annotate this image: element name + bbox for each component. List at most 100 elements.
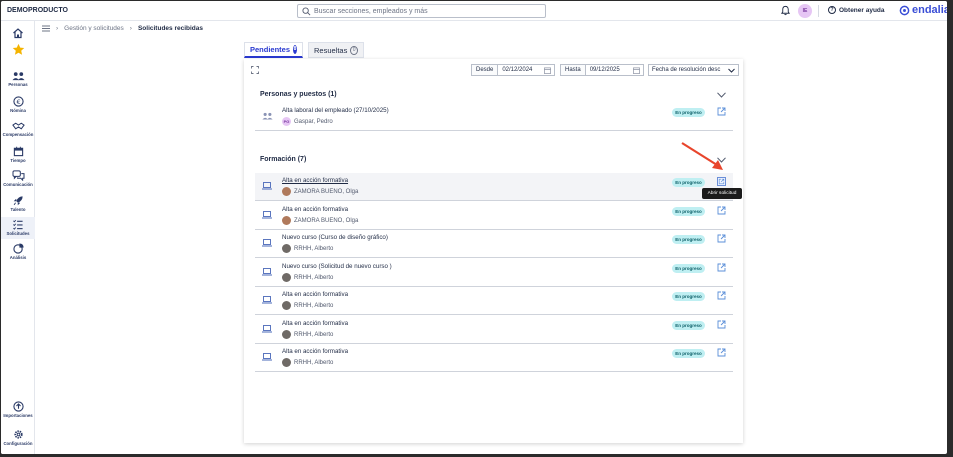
search-icon: [302, 7, 311, 16]
list-item[interactable]: Alta en acción formativa ZAMORA BUENO, O…: [255, 202, 733, 230]
sort-select[interactable]: Fecha de resolución desc: [648, 64, 739, 76]
request-title[interactable]: Alta en acción formativa: [282, 206, 348, 213]
status-badge: En progreso: [672, 264, 705, 273]
open-request-icon[interactable]: [717, 348, 726, 357]
help-label: Obtener ayuda: [839, 6, 885, 14]
requester-name: RRHH, Alberto: [294, 359, 334, 366]
sort-value: Fecha de resolución desc: [652, 67, 721, 73]
request-title[interactable]: Alta en acción formativa: [282, 348, 348, 355]
status-badge: En progreso: [672, 292, 705, 301]
list-item[interactable]: Alta laboral del empleado (27/10/2025) P…: [255, 103, 733, 131]
tab-resueltas[interactable]: Resueltas 0: [308, 42, 364, 58]
requester: RRHH, Alberto: [282, 301, 333, 310]
help-icon: ?: [828, 6, 836, 14]
breadcrumb-separator: ›: [129, 25, 132, 32]
avatar: [282, 216, 291, 225]
requester: ZAMORA BUENO, Olga: [282, 187, 358, 196]
sidebar-item-comunicacion[interactable]: Comunicación: [1, 170, 35, 187]
open-request-icon[interactable]: [717, 263, 726, 272]
avatar: [282, 358, 291, 367]
sidebar-item-label: Solicitudes: [6, 231, 30, 236]
sidebar-item-solicitudes[interactable]: Solicitudes: [1, 217, 35, 239]
open-request-icon[interactable]: [717, 291, 726, 300]
status-badge: En progreso: [672, 178, 705, 187]
requester-name: RRHH, Alberto: [294, 245, 334, 252]
request-title[interactable]: Alta en acción formativa: [282, 177, 348, 184]
sidebar-item-nomina[interactable]: € Nómina: [1, 96, 35, 113]
sidebar-item-compensacion[interactable]: Compensación: [1, 121, 35, 137]
payroll-icon: €: [12, 96, 24, 107]
open-request-icon[interactable]: [717, 320, 726, 329]
sidebar-item-talento[interactable]: Talento: [1, 195, 35, 212]
list-item[interactable]: Alta en acción formativa RRHH, Alberto E…: [255, 316, 733, 344]
bell-icon[interactable]: [780, 5, 791, 16]
laptop-icon: [262, 182, 272, 190]
open-request-icon[interactable]: [717, 107, 726, 116]
sidebar-item-personas[interactable]: Personas: [1, 71, 35, 87]
avatar: PG: [282, 117, 291, 126]
star-icon: [12, 43, 24, 55]
open-request-icon[interactable]: [717, 177, 726, 186]
app-window: DEMOPRODUCTO Buscar secciones, empleados…: [1, 1, 947, 454]
handshake-icon: [11, 122, 25, 130]
list-item[interactable]: Nuevo curso (Solicitud de nuevo curso ) …: [255, 259, 733, 287]
sidebar-item-configuracion[interactable]: Configuración: [1, 429, 35, 446]
laptop-icon: [262, 268, 272, 276]
breadcrumb-parent[interactable]: Gestión y solicitudes: [64, 25, 124, 32]
endalia-logo: endalia: [899, 4, 947, 16]
date-from-field[interactable]: Desde 02/12/2024: [471, 64, 555, 76]
avatar: [282, 301, 291, 310]
menu-icon[interactable]: [42, 25, 50, 32]
annotation-arrow-icon: [681, 142, 723, 170]
sidebar-item-label: Talento: [10, 207, 26, 212]
requester-name: ZAMORA BUENO, Olga: [294, 188, 359, 195]
request-title[interactable]: Alta en acción formativa: [282, 320, 348, 327]
sidebar-item-tiempo[interactable]: Tiempo: [1, 146, 35, 163]
requester-name: Gaspar, Pedro: [294, 118, 333, 125]
request-title[interactable]: Alta en acción formativa: [282, 291, 348, 298]
sidebar-item-favorites[interactable]: [1, 43, 35, 56]
requester-name: RRHH, Alberto: [294, 331, 334, 338]
search-input[interactable]: Buscar secciones, empleados y más: [297, 4, 546, 18]
request-title[interactable]: Nuevo curso (Curso de diseño gráfico): [282, 234, 388, 241]
requester-name: RRHH, Alberto: [294, 274, 334, 281]
calendar-icon: [633, 67, 640, 74]
breadcrumb-current: Solicitudes recibidas: [137, 25, 203, 32]
status-badge: En progreso: [672, 349, 705, 358]
help-button[interactable]: ? Obtener ayuda: [828, 6, 885, 14]
sidebar-item-label: Configuración: [3, 441, 33, 446]
user-avatar[interactable]: IE: [798, 4, 812, 18]
tab-pendientes[interactable]: Pendientes 8: [244, 42, 303, 58]
chevron-down-icon[interactable]: [717, 92, 726, 98]
list-item[interactable]: Alta en acción formativa RRHH, Alberto E…: [255, 287, 733, 315]
requester: RRHH, Alberto: [282, 273, 333, 282]
open-request-icon[interactable]: [717, 234, 726, 243]
tab-label: Resueltas: [314, 45, 348, 55]
laptop-icon: [262, 296, 272, 304]
list-item[interactable]: Alta en acción formativa ZAMORA BUENO, O…: [255, 173, 733, 201]
list-item[interactable]: Alta en acción formativa RRHH, Alberto E…: [255, 344, 733, 372]
request-title[interactable]: Alta laboral del empleado (27/10/2025): [282, 107, 389, 114]
laptop-icon: [262, 353, 272, 361]
sidebar-item-label: Importaciones: [3, 413, 33, 418]
upload-icon: [12, 401, 24, 412]
laptop-icon: [262, 239, 272, 247]
requester: RRHH, Alberto: [282, 358, 333, 367]
breadcrumb: › Gestión y solicitudes › Solicitudes re…: [42, 25, 203, 32]
date-from-value: 02/12/2024: [502, 67, 533, 73]
open-request-icon[interactable]: [717, 206, 726, 215]
status-badge: En progreso: [672, 207, 705, 216]
sidebar-item-analisis[interactable]: Análisis: [1, 243, 35, 260]
sidebar-item-importaciones[interactable]: Importaciones: [1, 401, 35, 418]
search-placeholder: Buscar secciones, empleados y más: [314, 8, 428, 15]
calendar-icon: [544, 67, 551, 74]
date-from-label: Desde: [472, 65, 499, 75]
list-item[interactable]: Nuevo curso (Curso de diseño gráfico) RR…: [255, 230, 733, 258]
tooltip: Abrir solicitud: [702, 188, 742, 199]
request-title[interactable]: Nuevo curso (Solicitud de nuevo curso ): [282, 263, 392, 270]
requester-name: RRHH, Alberto: [294, 302, 334, 309]
date-to-field[interactable]: Hasta 09/12/2025: [560, 64, 644, 76]
date-to-value: 09/12/2025: [589, 67, 620, 73]
sidebar-item-home[interactable]: [1, 27, 35, 39]
expand-icon[interactable]: [251, 66, 259, 74]
